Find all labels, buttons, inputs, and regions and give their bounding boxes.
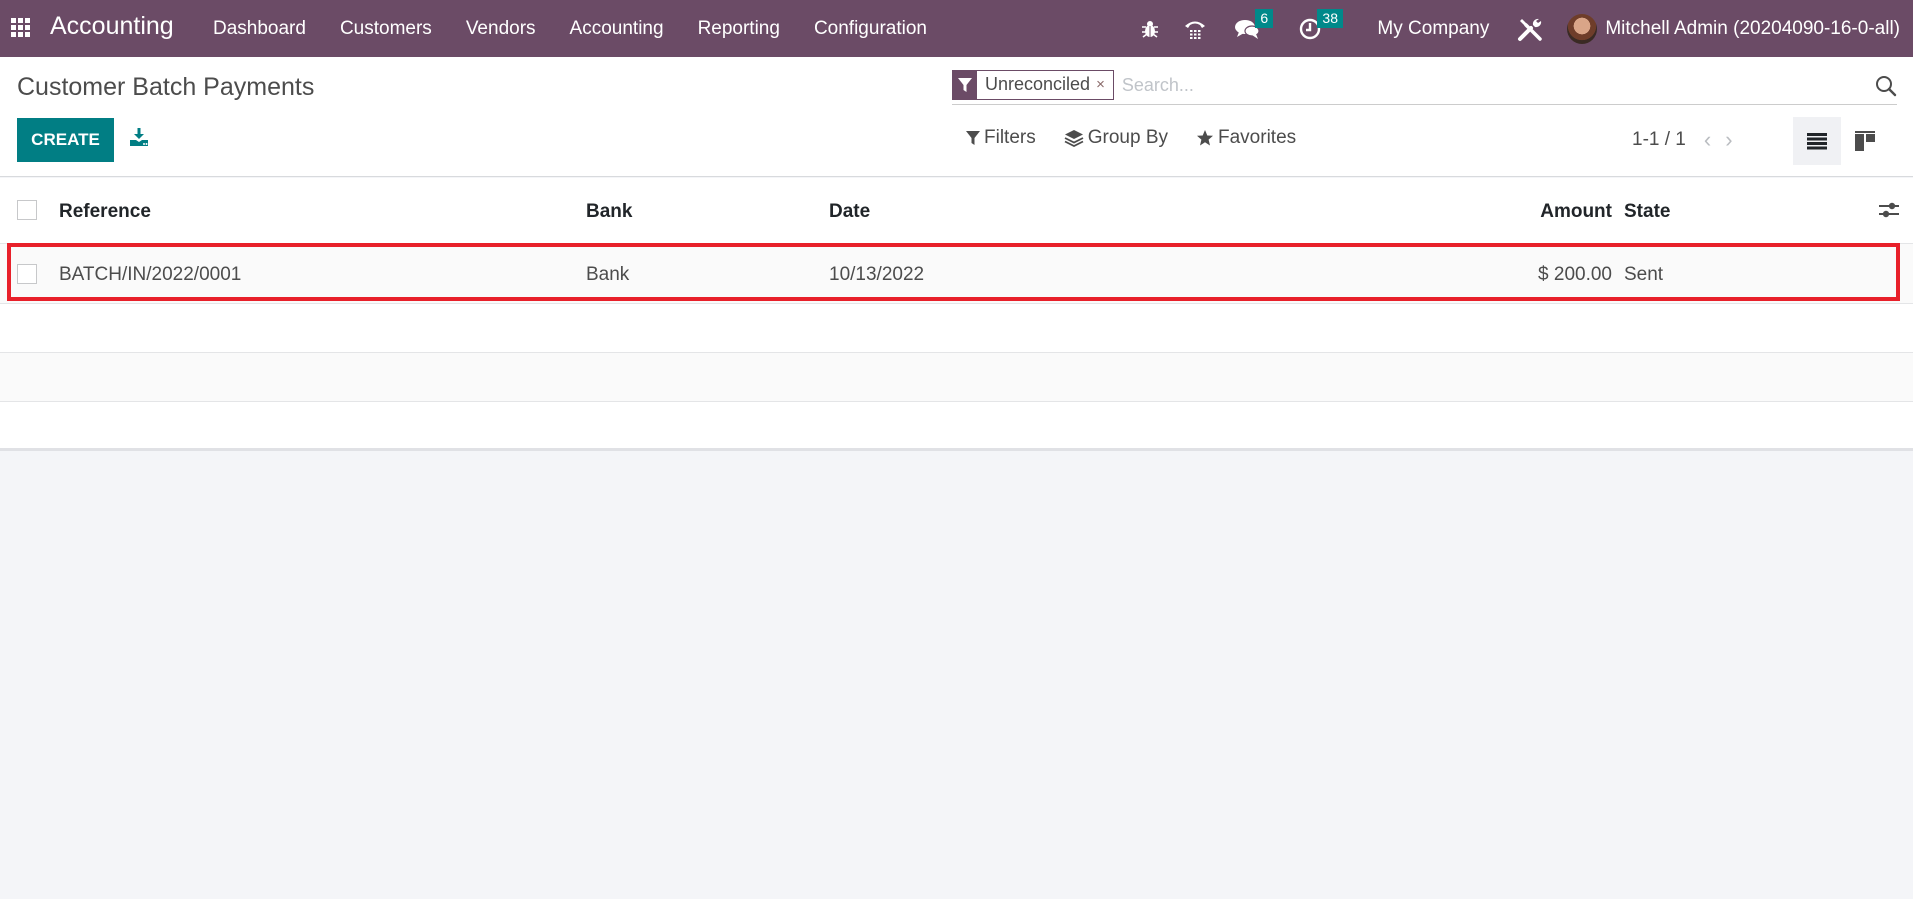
batch-payments-list: Reference Bank Date Amount State BATCH/I… [0,178,1913,451]
list-icon [1807,133,1827,150]
empty-row [0,304,1913,353]
activities-icon[interactable]: 38 [1299,8,1343,40]
phone-icon[interactable] [1183,18,1207,40]
cell-date: 10/13/2022 [829,264,925,285]
search-input[interactable] [1121,75,1822,96]
control-panel: Customer Batch Payments CREATE Unreconci… [0,57,1913,177]
menu-customers[interactable]: Customers [323,18,449,40]
menu-dashboard[interactable]: Dashboard [196,18,323,40]
filters-label: Filters [984,127,1036,148]
favorites-dropdown[interactable]: Favorites [1196,127,1296,149]
search-facet: Unreconciled × [952,69,1114,100]
menu-configuration[interactable]: Configuration [797,18,944,40]
cell-reference: BATCH/IN/2022/0001 [59,264,242,285]
tools-icon[interactable] [1517,16,1543,42]
bug-icon[interactable] [1141,19,1159,39]
kanban-view-button[interactable] [1841,117,1889,165]
filters-dropdown[interactable]: Filters [966,127,1036,149]
create-button[interactable]: CREATE [17,118,114,162]
search-bar: Unreconciled × [952,67,1897,105]
systray: 6 38 My Company Mitchell Admin (20204090… [1129,0,1900,57]
row-checkbox[interactable] [17,264,37,284]
pager: 1-1 / 1 ‹ › [1632,129,1747,151]
chevron-right-icon[interactable]: › [1725,129,1732,151]
cell-amount: $ 200.00 [1538,264,1612,285]
select-all-checkbox[interactable] [17,200,37,220]
optional-columns-icon[interactable] [1878,200,1900,225]
column-header-bank[interactable]: Bank [586,201,632,223]
table-row[interactable]: BATCH/IN/2022/0001 Bank 10/13/2022 $ 200… [0,244,1913,304]
column-header-amount[interactable]: Amount [1540,201,1612,223]
view-switcher [1793,117,1889,165]
facet-remove-icon[interactable]: × [1096,76,1113,93]
group-by-dropdown[interactable]: Group By [1064,127,1168,149]
column-header-state[interactable]: State [1624,201,1670,223]
messages-count-badge: 6 [1255,8,1274,28]
menu-accounting[interactable]: Accounting [553,18,681,40]
app-name[interactable]: Accounting [50,12,174,41]
user-name: Mitchell Admin (20204090-16-0-all) [1605,17,1900,39]
activities-count-badge: 38 [1317,8,1343,28]
filter-icon [966,131,980,145]
column-header-reference[interactable]: Reference [59,201,151,223]
search-options: Filters Group By Favorites [966,127,1324,149]
star-icon [1197,130,1213,146]
group-by-label: Group By [1087,127,1168,148]
favorites-label: Favorites [1218,127,1297,148]
search-icon[interactable] [1875,75,1897,102]
facet-value: Unreconciled [985,74,1091,94]
list-view-button[interactable] [1793,117,1841,165]
chevron-left-icon[interactable]: ‹ [1704,129,1711,151]
menu-vendors[interactable]: Vendors [449,18,553,40]
messages-icon[interactable]: 6 [1235,8,1274,40]
column-header-date[interactable]: Date [829,201,870,223]
kanban-icon [1855,131,1875,151]
empty-row [0,402,1913,451]
cell-state: Sent [1624,264,1664,285]
pager-value[interactable]: 1-1 / 1 [1632,129,1686,151]
apps-menu-icon[interactable] [11,18,32,39]
layers-icon [1064,130,1084,147]
cell-bank: Bank [586,264,630,285]
page-title: Customer Batch Payments [17,73,315,101]
top-navbar: Accounting Dashboard Customers Vendors A… [0,0,1913,57]
avatar [1567,13,1598,44]
company-switcher[interactable]: My Company [1377,18,1489,40]
empty-row [0,353,1913,402]
user-menu[interactable]: Mitchell Admin (20204090-16-0-all) [1567,13,1900,44]
table-header: Reference Bank Date Amount State [0,178,1913,244]
download-icon[interactable] [128,126,150,148]
main-menu: Dashboard Customers Vendors Accounting R… [196,0,944,57]
filter-icon [953,69,977,100]
menu-reporting[interactable]: Reporting [681,18,797,40]
